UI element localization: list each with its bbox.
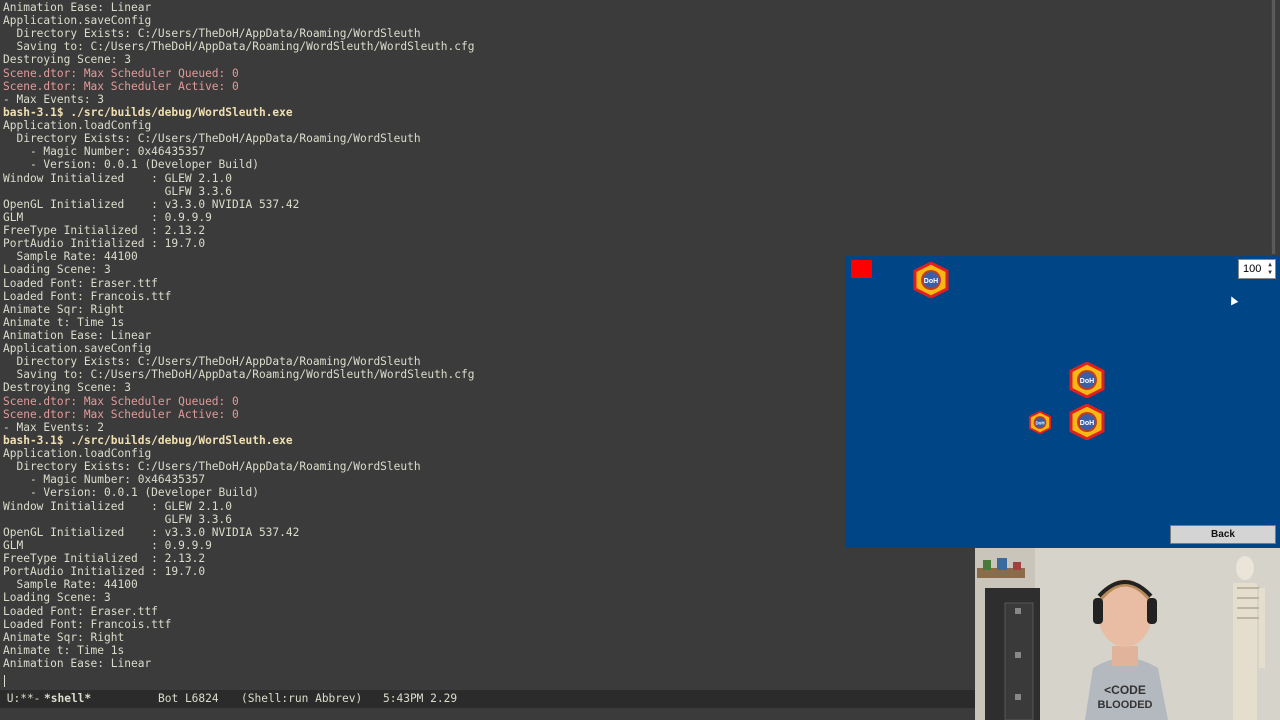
- terminal-line: Loaded Font: Eraser.ttf: [3, 604, 158, 618]
- terminal-line: Loaded Font: Francois.ttf: [3, 617, 172, 631]
- terminal-line: Animation Ease: Linear: [3, 1, 152, 14]
- terminal-line: Destroying Scene: 3: [3, 53, 131, 67]
- terminal-line: Destroying Scene: 3: [3, 381, 131, 395]
- terminal-line: Directory Exists: C:/Users/TheDoH/AppDat…: [3, 132, 421, 146]
- terminal-line: Animate Sqr: Right: [3, 302, 125, 316]
- terminal-line: Directory Exists: C:/Users/TheDoH/AppDat…: [3, 27, 421, 41]
- spin-arrows-icon[interactable]: ▲ ▼: [1266, 261, 1274, 277]
- terminal-line: Scene.dtor: Max Scheduler Active: 0: [3, 79, 239, 93]
- terminal-line: Animate t: Time 1s: [3, 315, 125, 329]
- emacs-modeline: U:**- *shell* Bot L6824 (Shell:run Abbre…: [0, 690, 975, 708]
- logo-text: DoH: [1080, 378, 1094, 385]
- logo-icon: DoH: [1068, 362, 1106, 398]
- terminal-line: Saving to: C:/Users/TheDoH/AppData/Roami…: [3, 368, 475, 382]
- terminal-line: Sample Rate: 44100: [3, 578, 138, 592]
- terminal-line: PortAudio Initialized : 19.7.0: [3, 237, 206, 251]
- terminal-line: Directory Exists: C:/Users/TheDoH/AppDat…: [3, 460, 421, 474]
- logo-icon: DoH: [1068, 404, 1106, 440]
- terminal-line: Application.loadConfig: [3, 447, 152, 461]
- terminal-line: GLM : 0.9.9.9: [3, 538, 212, 552]
- terminal-line: GLFW 3.3.6: [3, 512, 233, 526]
- modeline-time-load: 5:43PM 2.29: [383, 692, 458, 705]
- terminal-output[interactable]: Animation Ease: Linear Application.saveCo…: [0, 0, 975, 690]
- terminal-line: Application.saveConfig: [3, 342, 152, 356]
- terminal-line: Scene.dtor: Max Scheduler Active: 0: [3, 407, 239, 421]
- shell-command: ./src/builds/debug/WordSleuth.exe: [63, 433, 293, 447]
- logo-icon: DoH: [1028, 411, 1052, 434]
- terminal-line: - Max Events: 3: [3, 92, 105, 106]
- count-stepper-value[interactable]: 100: [1243, 261, 1261, 277]
- shell-command: ./src/builds/debug/WordSleuth.exe: [63, 105, 293, 119]
- terminal-line: Loaded Font: Francois.ttf: [3, 289, 172, 303]
- terminal-line: - Magic Number: 0x46435357: [3, 473, 206, 487]
- modeline-modes[interactable]: (Shell:run Abbrev): [241, 690, 362, 708]
- terminal-line: Scene.dtor: Max Scheduler Queued: 0: [3, 394, 239, 408]
- terminal-line: - Max Events: 2: [3, 420, 105, 434]
- modeline-position: Bot L6824: [158, 692, 219, 705]
- terminal-line: - Version: 0.0.1 (Developer Build): [3, 486, 259, 500]
- terminal-line: GLFW 3.3.6: [3, 184, 233, 198]
- terminal-line: - Magic Number: 0x46435357: [3, 145, 206, 159]
- terminal-line: Animation Ease: Linear: [3, 657, 152, 670]
- scrollbar-thumb[interactable]: [1272, 0, 1275, 254]
- terminal-line: PortAudio Initialized : 19.7.0: [3, 565, 206, 579]
- logo-text: DoH: [1035, 420, 1044, 425]
- terminal-line: Animation Ease: Linear: [3, 329, 152, 342]
- modeline-status: U:**-: [0, 692, 41, 705]
- shirt-text-line-2: BLOODED: [1098, 699, 1153, 711]
- logo-icon: DoH: [912, 262, 950, 298]
- terminal-line: Loading Scene: 3: [3, 263, 111, 277]
- terminal-line: Animate t: Time 1s: [3, 643, 125, 657]
- shirt-text-line-1: <CODE: [1104, 683, 1146, 697]
- shell-prompt: bash-3.1$: [3, 105, 64, 119]
- terminal-line: Window Initialized : GLEW 2.1.0: [3, 499, 233, 513]
- red-square: [851, 260, 872, 278]
- count-stepper[interactable]: 100 ▲ ▼: [1238, 259, 1276, 279]
- terminal-line: OpenGL Initialized : v3.3.0 NVIDIA 537.4…: [3, 197, 300, 211]
- terminal-line: - Version: 0.0.1 (Developer Build): [3, 158, 259, 172]
- terminal-line: bash-3.1$ ./src/builds/debug/WordSleuth.…: [3, 434, 293, 447]
- game-window[interactable]: DoH DoH DoH DoH 100 ▲ ▼ Back: [846, 256, 1280, 548]
- terminal-line: Saving to: C:/Users/TheDoH/AppData/Roami…: [3, 40, 475, 54]
- text-cursor: [4, 675, 5, 687]
- terminal-line: Directory Exists: C:/Users/TheDoH/AppDat…: [3, 355, 421, 369]
- minibuffer[interactable]: [0, 708, 975, 720]
- terminal-line: Window Initialized : GLEW 2.1.0: [3, 171, 233, 185]
- logo-text: DoH: [924, 278, 938, 285]
- terminal-line: OpenGL Initialized : v3.3.0 NVIDIA 537.4…: [3, 525, 300, 539]
- terminal-line: Application.loadConfig: [3, 119, 152, 133]
- shell-prompt: bash-3.1$: [3, 433, 64, 447]
- terminal-line: Animate Sqr: Right: [3, 630, 125, 644]
- modeline-buffer-name[interactable]: *shell*: [44, 690, 91, 708]
- terminal-line: FreeType Initialized : 2.13.2: [3, 224, 206, 238]
- terminal-line: Scene.dtor: Max Scheduler Queued: 0: [3, 66, 239, 80]
- logo-text: DoH: [1080, 420, 1094, 427]
- terminal-line: FreeType Initialized : 2.13.2: [3, 552, 206, 566]
- terminal-line: GLM : 0.9.9.9: [3, 210, 212, 224]
- terminal-line: Sample Rate: 44100: [3, 250, 138, 264]
- webcam-feed: <CODE BLOODED: [975, 548, 1280, 720]
- terminal-line: Loaded Font: Eraser.ttf: [3, 276, 158, 290]
- back-button[interactable]: Back: [1170, 525, 1276, 544]
- terminal-line: Loading Scene: 3: [3, 591, 111, 605]
- terminal-line: bash-3.1$ ./src/builds/debug/WordSleuth.…: [3, 106, 293, 119]
- terminal-line: Application.saveConfig: [3, 14, 152, 28]
